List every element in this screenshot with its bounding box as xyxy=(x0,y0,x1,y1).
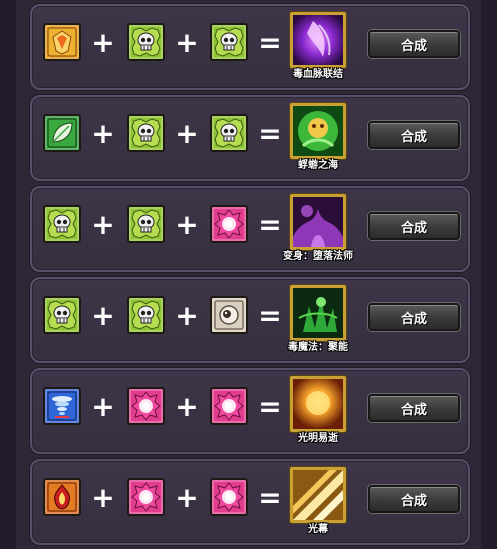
recipe-row: + + = 毒魔法：聚能 合成 xyxy=(30,277,470,363)
plus-sign: + xyxy=(91,25,115,59)
result-name-label: 毒魔法：聚能 xyxy=(288,342,348,353)
frame-right-edge xyxy=(481,0,497,549)
craft-button[interactable]: 合成 xyxy=(368,303,460,331)
eye-rune-icon xyxy=(210,296,248,334)
craft-button[interactable]: 合成 xyxy=(368,212,460,240)
light-orb-rune-icon xyxy=(127,387,165,425)
light-orb-rune-icon xyxy=(210,387,248,425)
mayfly-sea-icon xyxy=(290,103,346,159)
equals-sign: = xyxy=(258,25,282,59)
recipe-row: + + = 变身：堕落法师 合成 xyxy=(30,186,470,272)
equals-sign: = xyxy=(258,298,282,332)
plus-sign: + xyxy=(175,298,199,332)
plus-sign: + xyxy=(175,480,199,514)
plus-sign: + xyxy=(91,207,115,241)
poison-magic-focus-icon xyxy=(290,285,346,341)
result-name-label: 光明易逝 xyxy=(298,433,338,444)
skull-rune-icon xyxy=(210,114,248,152)
fire-trinket-icon xyxy=(43,23,81,61)
plus-sign: + xyxy=(175,116,199,150)
fleeting-light-icon xyxy=(290,376,346,432)
plus-sign: + xyxy=(175,25,199,59)
skull-rune-icon xyxy=(43,205,81,243)
equals-sign: = xyxy=(258,116,282,150)
recipe-row: + + = 蜉蝣之海 合成 xyxy=(30,95,470,181)
poison-blood-link-icon xyxy=(290,12,346,68)
recipe-row: + + = 光幕 合成 xyxy=(30,459,470,545)
plus-sign: + xyxy=(175,389,199,423)
skull-rune-icon xyxy=(127,205,165,243)
plus-sign: + xyxy=(91,480,115,514)
plus-sign: + xyxy=(175,207,199,241)
craft-button[interactable]: 合成 xyxy=(368,30,460,58)
result-name-label: 毒血脉联结 xyxy=(293,69,343,80)
light-curtain-icon xyxy=(290,467,346,523)
result-name-label: 蜉蝣之海 xyxy=(298,160,338,171)
skull-rune-icon xyxy=(210,23,248,61)
plus-sign: + xyxy=(91,298,115,332)
craft-button[interactable]: 合成 xyxy=(368,485,460,513)
frame-left-edge xyxy=(0,0,16,549)
light-orb-rune-icon xyxy=(127,478,165,516)
skull-rune-icon xyxy=(127,23,165,61)
result-name-label: 光幕 xyxy=(308,524,328,535)
plus-sign: + xyxy=(91,389,115,423)
equals-sign: = xyxy=(258,389,282,423)
craft-button[interactable]: 合成 xyxy=(368,121,460,149)
recipe-row: + + = 毒血脉联结 合成 xyxy=(30,4,470,90)
skull-rune-icon xyxy=(127,296,165,334)
flame-crest-rune-icon xyxy=(43,478,81,516)
equals-sign: = xyxy=(258,207,282,241)
equals-sign: = xyxy=(258,480,282,514)
craft-button[interactable]: 合成 xyxy=(368,394,460,422)
leaf-rune-icon xyxy=(43,114,81,152)
skull-rune-icon xyxy=(43,296,81,334)
skull-rune-icon xyxy=(127,114,165,152)
tornado-rune-icon xyxy=(43,387,81,425)
light-orb-rune-icon xyxy=(210,205,248,243)
fallen-mage-icon xyxy=(290,194,346,250)
result-name-label: 变身：堕落法师 xyxy=(283,251,353,262)
plus-sign: + xyxy=(91,116,115,150)
recipe-row: + + = 光明易逝 合成 xyxy=(30,368,470,454)
light-orb-rune-icon xyxy=(210,478,248,516)
